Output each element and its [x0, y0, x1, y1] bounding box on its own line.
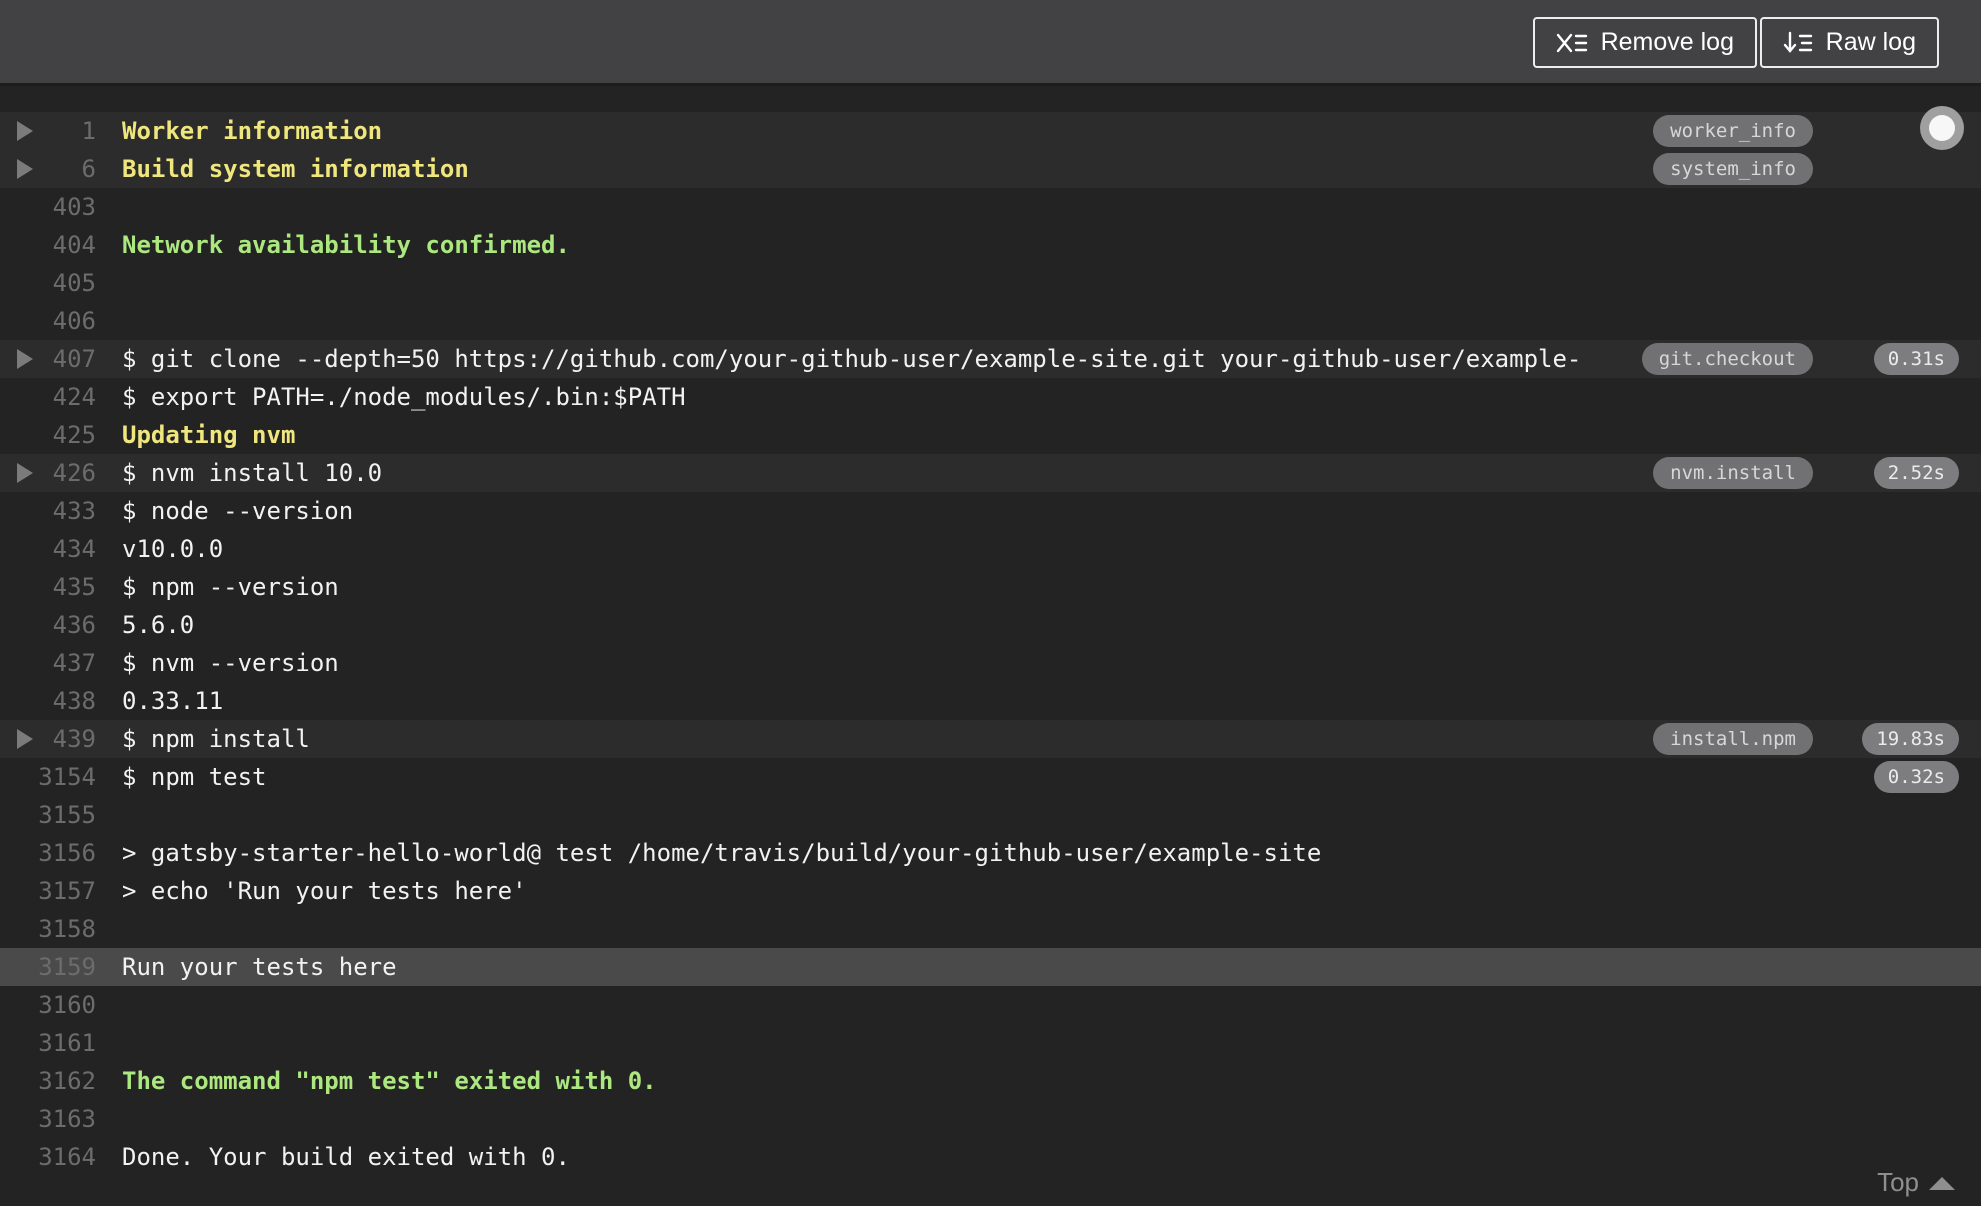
log-toolbar: Remove log Raw log: [0, 0, 1981, 86]
scroll-indicator[interactable]: [1920, 106, 1964, 150]
log-row: 1 Worker information worker_info: [0, 112, 1981, 150]
log-row: 3161: [0, 1024, 1981, 1062]
log-row: 407 $ git clone --depth=50 https://githu…: [0, 340, 1981, 378]
line-number[interactable]: 407: [0, 340, 96, 378]
line-number[interactable]: 3164: [0, 1138, 96, 1176]
log-row: 426 $ nvm install 10.0 nvm.install 2.52s: [0, 454, 1981, 492]
line-number[interactable]: 3159: [0, 948, 96, 986]
line-number[interactable]: 426: [0, 454, 96, 492]
remove-log-icon: [1556, 31, 1588, 55]
step-badge: install.npm: [1653, 723, 1813, 755]
log-line-text: Worker information: [122, 117, 383, 145]
log-row: 3157 > echo 'Run your tests here': [0, 872, 1981, 910]
log-line-text: $ nvm install 10.0: [122, 459, 383, 487]
log-row: 406: [0, 302, 1981, 340]
log-row: 434 v10.0.0: [0, 530, 1981, 568]
log-row: 3163: [0, 1100, 1981, 1138]
log-row: 424 $ export PATH=./node_modules/.bin:$P…: [0, 378, 1981, 416]
log-line-text: $ export PATH=./node_modules/.bin:$PATH: [122, 383, 686, 411]
log-line-text: 0.33.11: [122, 687, 224, 715]
line-number[interactable]: 434: [0, 530, 96, 568]
line-number[interactable]: 436: [0, 606, 96, 644]
raw-log-button[interactable]: Raw log: [1759, 17, 1939, 68]
log-row: 3156 > gatsby-starter-hello-world@ test …: [0, 834, 1981, 872]
log-row: 3160: [0, 986, 1981, 1024]
line-number[interactable]: 435: [0, 568, 96, 606]
step-badge: nvm.install: [1653, 457, 1813, 489]
raw-log-icon: [1783, 31, 1813, 55]
line-number[interactable]: 6: [0, 150, 96, 188]
line-number[interactable]: 3162: [0, 1062, 96, 1100]
log-line-text: > gatsby-starter-hello-world@ test /home…: [122, 839, 1322, 867]
log-row: 436 5.6.0: [0, 606, 1981, 644]
log-line-text: $ npm test: [122, 763, 267, 791]
line-number[interactable]: 403: [0, 188, 96, 226]
line-number[interactable]: 404: [0, 226, 96, 264]
duration-badge: 19.83s: [1862, 723, 1959, 755]
step-badge: git.checkout: [1641, 343, 1813, 375]
line-number[interactable]: 3163: [0, 1100, 96, 1138]
duration-badge: 0.32s: [1873, 761, 1959, 793]
scroll-indicator-dot: [1929, 115, 1955, 141]
top-label: Top: [1877, 1167, 1919, 1197]
step-badge: system_info: [1653, 153, 1813, 185]
line-number[interactable]: 438: [0, 682, 96, 720]
log-line-text: $ node --version: [122, 497, 354, 525]
log-line-text: 5.6.0: [122, 611, 195, 639]
up-arrow-icon: [1929, 1177, 1955, 1190]
line-number[interactable]: 424: [0, 378, 96, 416]
scroll-to-top-link[interactable]: Top: [1877, 1167, 1955, 1198]
log-row: 438 0.33.11: [0, 682, 1981, 720]
log-line-text: Build system information: [122, 155, 469, 183]
build-log: 1 Worker information worker_info 6 Build…: [0, 89, 1981, 1206]
line-number[interactable]: 3160: [0, 986, 96, 1024]
raw-log-label: Raw log: [1825, 28, 1916, 56]
log-row: 439 $ npm install install.npm 19.83s: [0, 720, 1981, 758]
log-row: 3164 Done. Your build exited with 0.: [0, 1138, 1981, 1176]
log-line-text: Updating nvm: [122, 421, 296, 449]
log-line-text: The command "npm test" exited with 0.: [122, 1067, 657, 1095]
log-row: 403: [0, 188, 1981, 226]
log-row: 425 Updating nvm: [0, 416, 1981, 454]
line-number[interactable]: 437: [0, 644, 96, 682]
line-number[interactable]: 405: [0, 264, 96, 302]
log-line-text: v10.0.0: [122, 535, 224, 563]
log-line-text: $ npm install: [122, 725, 310, 753]
log-line-text: $ npm --version: [122, 573, 339, 601]
line-number[interactable]: 433: [0, 492, 96, 530]
line-number[interactable]: 439: [0, 720, 96, 758]
log-row: 437 $ nvm --version: [0, 644, 1981, 682]
duration-badge: 0.31s: [1873, 343, 1959, 375]
line-number[interactable]: 406: [0, 302, 96, 340]
log-line-text: Network availability confirmed.: [122, 231, 570, 259]
remove-log-label: Remove log: [1600, 28, 1734, 56]
log-row: 6 Build system information system_info: [0, 150, 1981, 188]
log-line-text: > echo 'Run your tests here': [122, 877, 527, 905]
line-number[interactable]: 425: [0, 416, 96, 454]
log-line-text: Run your tests here: [122, 953, 397, 981]
step-badge: worker_info: [1653, 115, 1813, 147]
line-number[interactable]: 3158: [0, 910, 96, 948]
log-row: 3154 $ npm test 0.32s: [0, 758, 1981, 796]
log-row: 3158: [0, 910, 1981, 948]
log-row: 433 $ node --version: [0, 492, 1981, 530]
line-number[interactable]: 3154: [0, 758, 96, 796]
line-number[interactable]: 3156: [0, 834, 96, 872]
line-number[interactable]: 3155: [0, 796, 96, 834]
log-row: 405: [0, 264, 1981, 302]
log-line-text: $ nvm --version: [122, 649, 339, 677]
log-line-text: $ git clone --depth=50 https://github.co…: [122, 345, 1582, 373]
log-row: 3162 The command "npm test" exited with …: [0, 1062, 1981, 1100]
log-row: 435 $ npm --version: [0, 568, 1981, 606]
line-number[interactable]: 3157: [0, 872, 96, 910]
log-row: 3159 Run your tests here: [0, 948, 1981, 986]
log-row: 3155: [0, 796, 1981, 834]
line-number[interactable]: 1: [0, 112, 96, 150]
duration-badge: 2.52s: [1873, 457, 1959, 489]
line-number[interactable]: 3161: [0, 1024, 96, 1062]
log-row: 404 Network availability confirmed.: [0, 226, 1981, 264]
log-line-text: Done. Your build exited with 0.: [122, 1143, 570, 1171]
remove-log-button[interactable]: Remove log: [1532, 17, 1757, 68]
